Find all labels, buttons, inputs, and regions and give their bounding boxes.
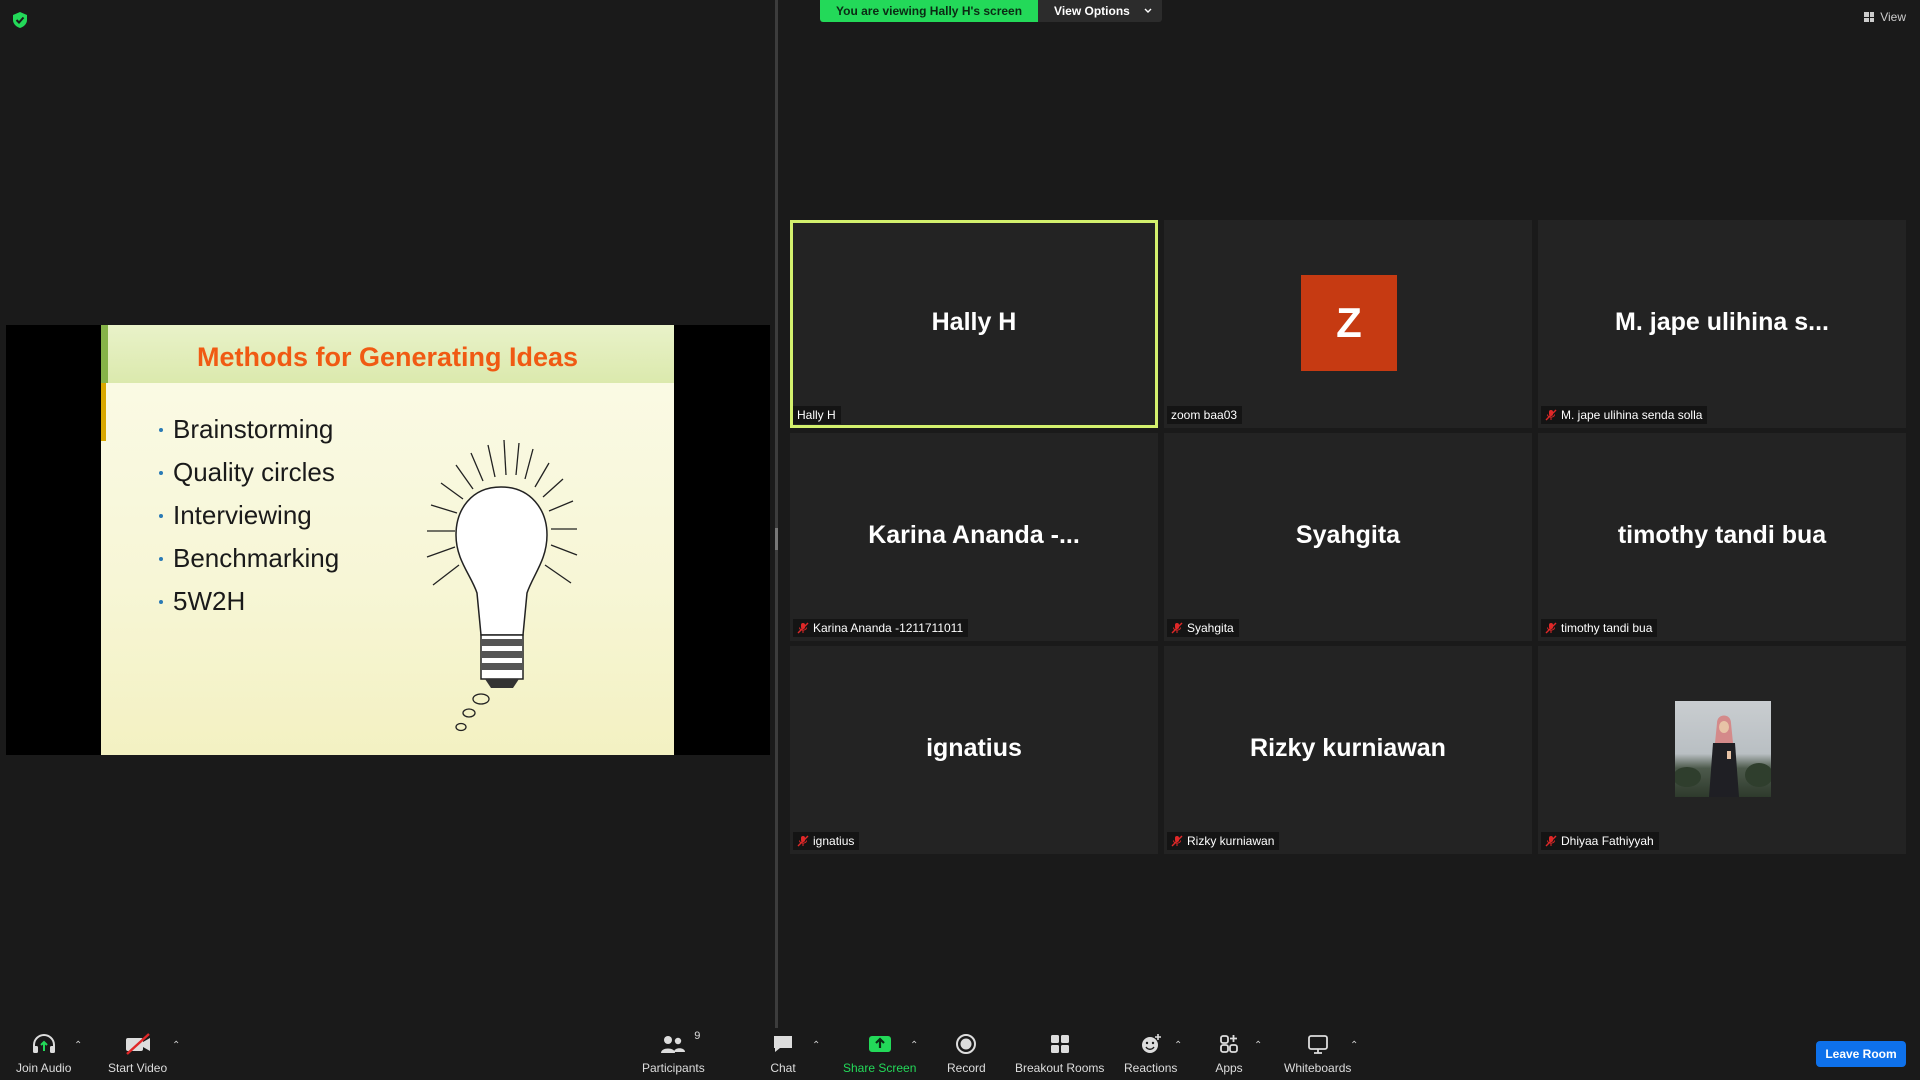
apps-button[interactable]: Apps [1214,1032,1244,1075]
mic-muted-icon [1171,622,1183,634]
gallery-view-icon [1864,12,1875,22]
reactions-options-caret[interactable]: ⌃ [1174,1040,1182,1051]
participant-name-label: Dhiyaa Fathiyyah [1541,832,1659,850]
mic-muted-icon [1545,409,1557,421]
record-button[interactable]: Record [947,1032,986,1075]
join-audio-button[interactable]: Join Audio [16,1032,71,1075]
participant-tile[interactable]: Z zoom baa03 [1164,220,1532,428]
slide-bullet-list: Brainstorming Quality circles Interviewi… [159,408,339,623]
presentation-slide: Methods for Generating Ideas Brainstormi… [101,325,674,755]
participant-tile[interactable]: Karina Ananda -... Karina Ananda -121171… [790,433,1158,641]
viewing-screen-text: You are viewing Hally H's screen [820,0,1039,22]
mic-muted-icon [1545,622,1557,634]
audio-options-caret[interactable]: ⌃ [74,1040,82,1051]
participant-tile[interactable]: Syahgita Syahgita [1164,433,1532,641]
reactions-button[interactable]: Reactions [1124,1032,1177,1075]
chevron-down-icon [1144,8,1152,13]
mic-muted-icon [797,622,809,634]
participant-display-name: Syahgita [1295,521,1401,549]
participant-tile[interactable]: Rizky kurniawan Rizky kurniawan [1164,646,1532,854]
chat-button[interactable]: Chat [768,1032,798,1075]
headphones-icon [32,1033,55,1053]
participant-name-label: Syahgita [1167,619,1239,637]
video-options-caret[interactable]: ⌃ [172,1040,180,1051]
lightbulb-illustration [426,439,578,732]
slide-bullet: Interviewing [159,494,339,537]
chat-icon [774,1036,792,1052]
mic-muted-icon [797,835,809,847]
apps-options-caret[interactable]: ⌃ [1254,1040,1262,1051]
participant-display-name: M. jape ulihina s... [1615,308,1829,336]
participant-profile-photo [1675,701,1771,797]
participant-name-label: ignatius [793,832,860,850]
slide-title: Methods for Generating Ideas [196,342,579,372]
video-off-icon [125,1033,150,1055]
slide-bullet: Quality circles [159,451,339,494]
view-options-label: View Options [1054,4,1130,18]
whiteboards-button[interactable]: Whiteboards [1284,1032,1351,1075]
whiteboards-options-caret[interactable]: ⌃ [1350,1040,1358,1051]
split-view-divider[interactable] [775,0,778,1028]
participant-name-label: Karina Ananda -1211711011 [793,619,969,637]
breakout-rooms-button[interactable]: Breakout Rooms [1015,1032,1104,1075]
leave-room-button[interactable]: Leave Room [1816,1041,1906,1067]
participant-avatar: Z [1301,275,1397,371]
share-screen-icon [868,1036,891,1052]
participant-name-label: M. jape ulihina senda solla [1541,406,1708,424]
participant-display-name: timothy tandi bua [1617,521,1827,549]
mic-muted-icon [1171,835,1183,847]
mic-muted-icon [1545,835,1557,847]
reactions-icon [1141,1034,1161,1053]
view-options-button[interactable]: View Options [1038,0,1162,22]
participant-name-label: timothy tandi bua [1541,619,1658,637]
participant-tile[interactable]: M. jape ulihina s... M. jape ulihina sen… [1538,220,1906,428]
participant-tile[interactable]: ignatius ignatius [790,646,1158,854]
chat-options-caret[interactable]: ⌃ [812,1040,820,1051]
breakout-rooms-icon [1050,1035,1069,1053]
slide-bullet: Benchmarking [159,537,339,580]
share-options-caret[interactable]: ⌃ [910,1040,918,1051]
participant-tile[interactable]: Hally H Hally H [790,220,1158,428]
view-button[interactable]: View [1864,10,1906,24]
participant-display-name: ignatius [926,734,1022,762]
apps-icon [1220,1035,1238,1053]
participant-name-label: zoom baa03 [1167,406,1243,424]
participants-count: 9 [694,1030,701,1042]
view-label: View [1880,10,1906,24]
participant-name-label: Rizky kurniawan [1167,832,1280,850]
participant-tile[interactable]: Dhiyaa Fathiyyah [1538,646,1906,854]
security-shield-icon[interactable] [11,11,29,29]
participants-button[interactable]: 9 Participants [642,1030,705,1075]
record-icon [956,1034,977,1054]
participant-name-label: Hally H [793,406,841,424]
start-video-button[interactable]: Start Video [108,1032,167,1075]
slide-bullet: Brainstorming [159,408,339,451]
share-screen-button[interactable]: Share Screen [843,1032,916,1075]
participant-display-name: Karina Ananda -... [868,521,1080,549]
whiteboard-icon [1307,1035,1328,1054]
participant-display-name: Rizky kurniawan [1250,734,1446,762]
participant-tile[interactable]: timothy tandi bua timothy tandi bua [1538,433,1906,641]
participants-icon [661,1036,686,1053]
screen-share-banner: You are viewing Hally H's screen View Op… [820,0,1162,22]
participant-display-name: Hally H [931,308,1017,336]
slide-bullet: 5W2H [159,580,339,623]
